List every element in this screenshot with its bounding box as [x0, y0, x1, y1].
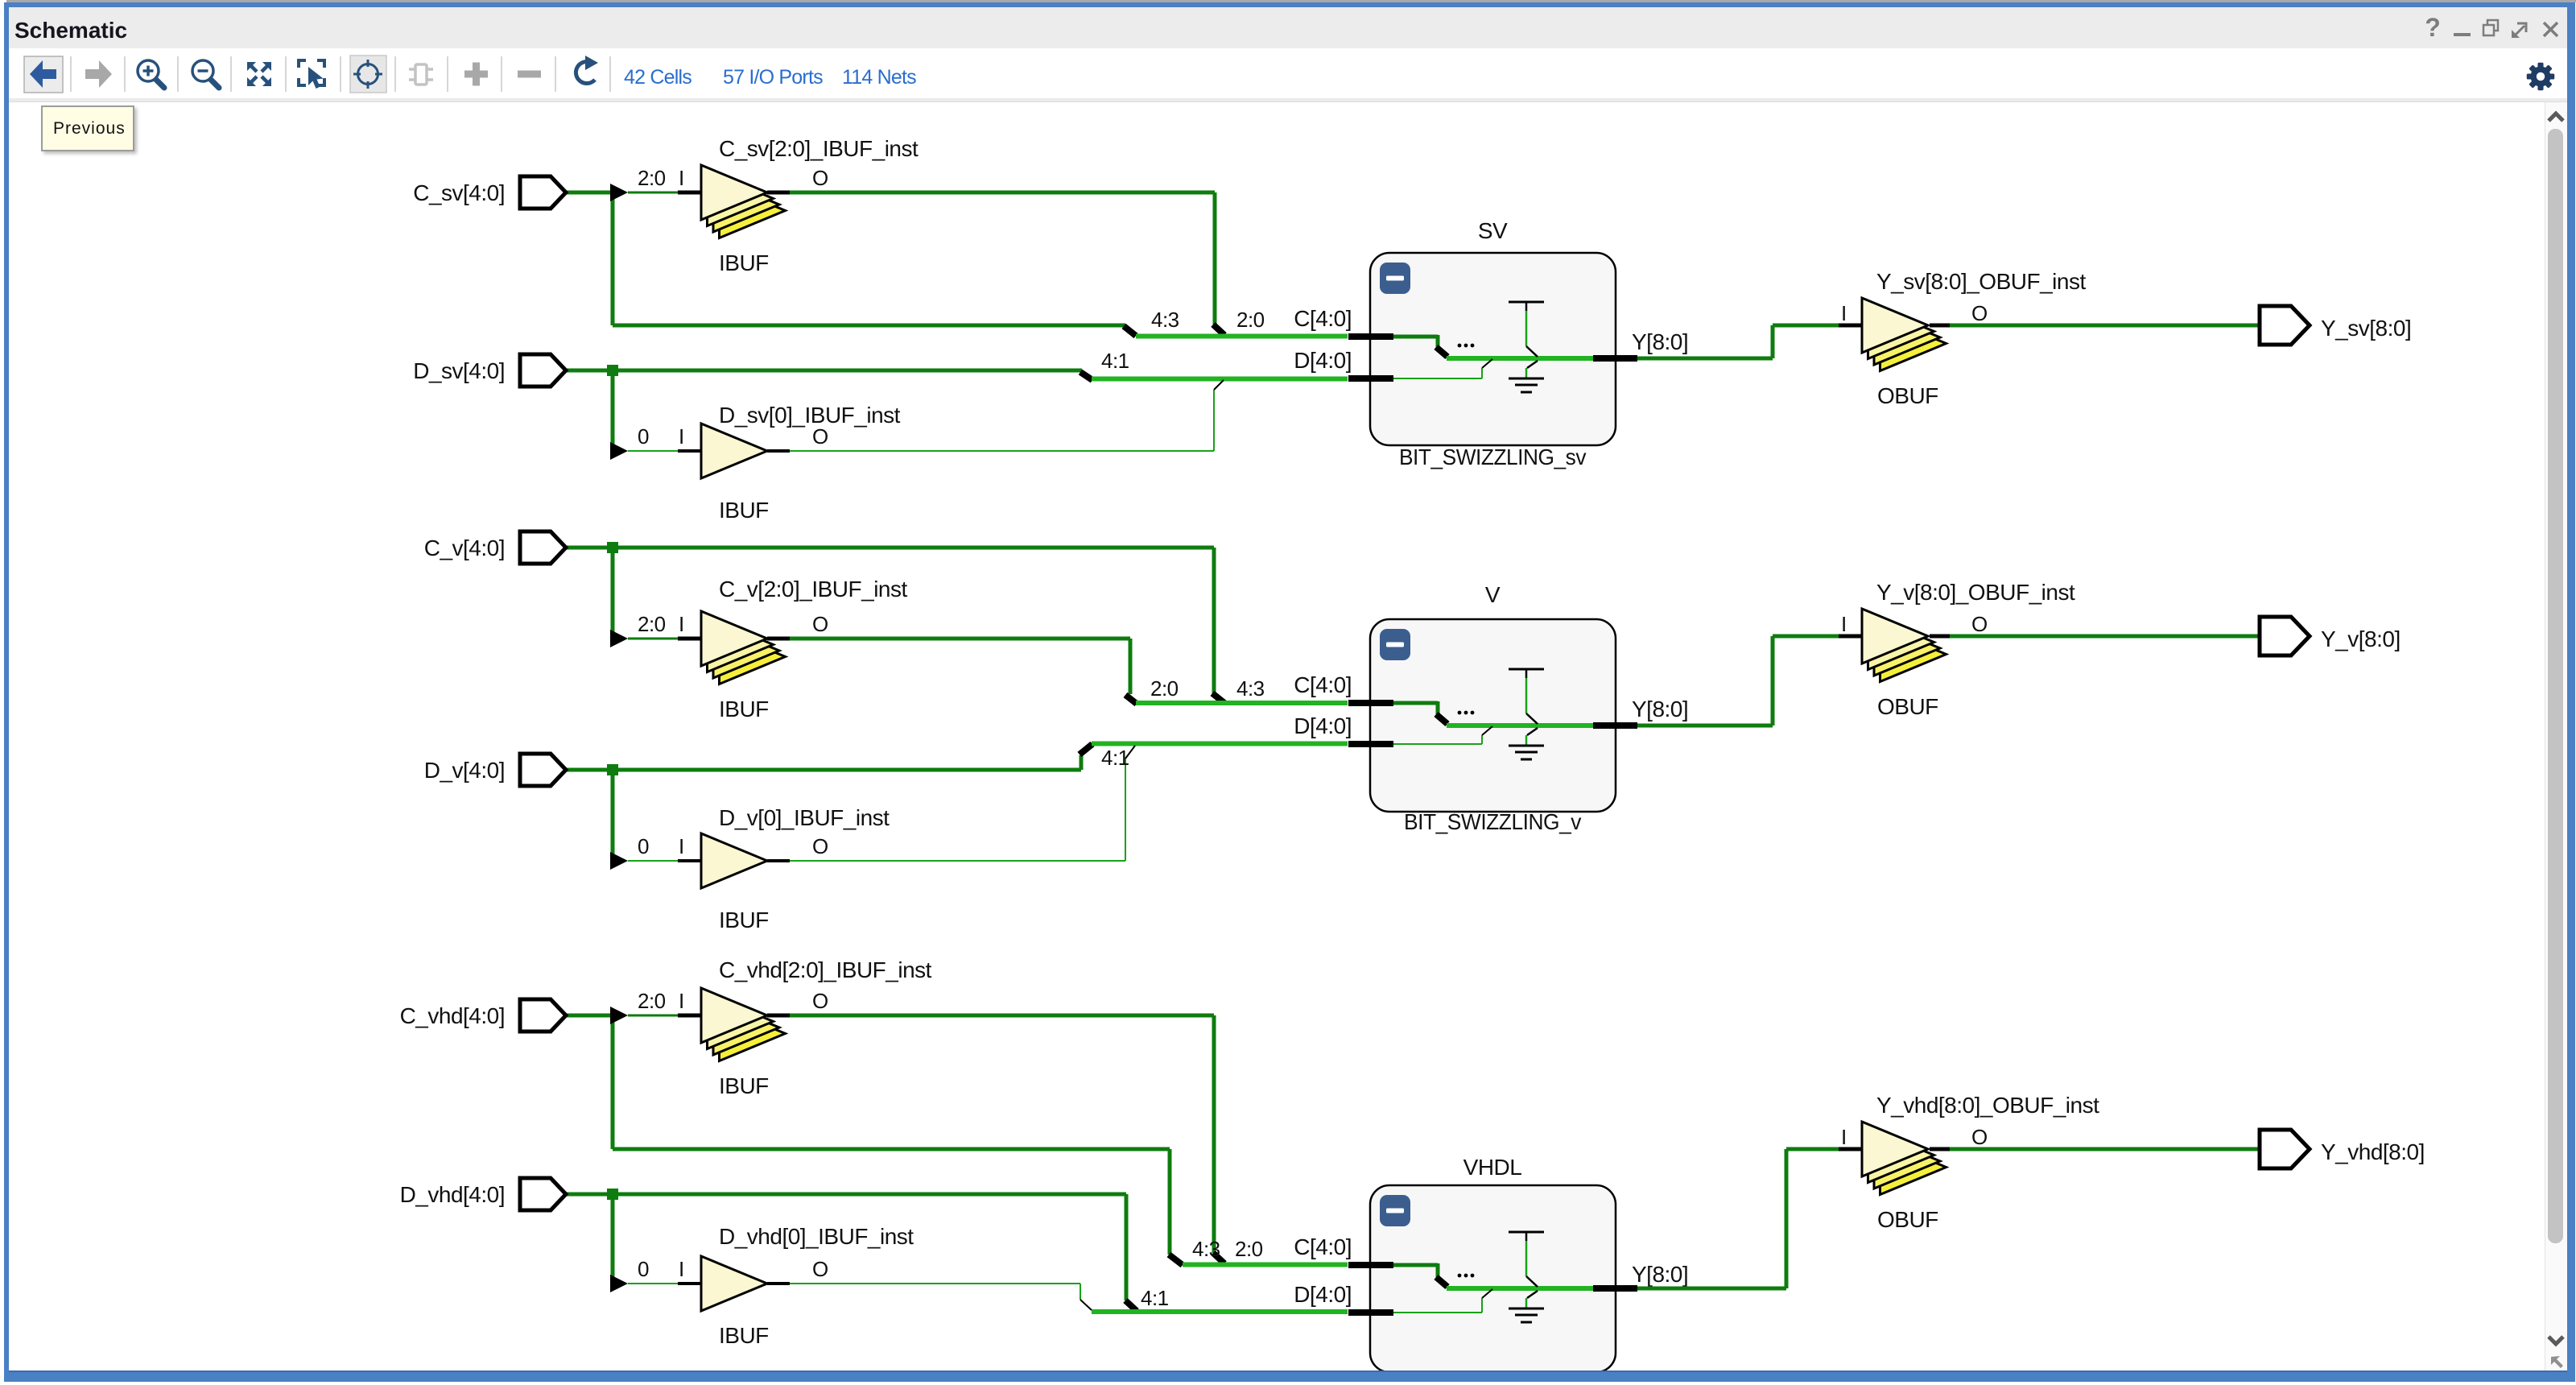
svg-text:2:0: 2:0: [638, 166, 666, 190]
svg-text:V: V: [1485, 582, 1501, 607]
svg-text:O: O: [812, 166, 828, 190]
svg-text:C[4:0]: C[4:0]: [1294, 1234, 1352, 1259]
svg-text:4:1: 4:1: [1101, 746, 1129, 770]
svg-text:2:0: 2:0: [1236, 308, 1265, 332]
svg-text:O: O: [812, 1257, 828, 1281]
svg-text:O: O: [1971, 301, 1988, 325]
svg-text:OBUF: OBUF: [1877, 1207, 1938, 1232]
svg-text:D_vhd[4:0]: D_vhd[4:0]: [400, 1182, 505, 1207]
svg-text:I: I: [679, 989, 684, 1013]
svg-text:2:0: 2:0: [1235, 1237, 1263, 1261]
svg-text:D[4:0]: D[4:0]: [1294, 348, 1352, 373]
svg-text:O: O: [1971, 612, 1988, 636]
svg-text:D_v[4:0]: D_v[4:0]: [424, 758, 505, 783]
svg-text:BIT_SWIZZLING_sv: BIT_SWIZZLING_sv: [1399, 444, 1586, 469]
svg-text:Y_sv[8:0]_OBUF_inst: Y_sv[8:0]_OBUF_inst: [1876, 269, 2086, 294]
svg-text:I: I: [1841, 301, 1847, 325]
svg-text:C_sv[2:0]_IBUF_inst: C_sv[2:0]_IBUF_inst: [719, 136, 919, 161]
svg-text:4:1: 4:1: [1141, 1286, 1169, 1310]
svg-text:4:3: 4:3: [1192, 1237, 1220, 1261]
svg-text:O: O: [812, 834, 828, 858]
svg-text:Y_sv[8:0]: Y_sv[8:0]: [2321, 316, 2411, 341]
svg-text:BIT_SWIZZLING_v: BIT_SWIZZLING_v: [1404, 809, 1581, 834]
svg-text:D[4:0]: D[4:0]: [1294, 1282, 1352, 1307]
svg-text:C_v[2:0]_IBUF_inst: C_v[2:0]_IBUF_inst: [719, 577, 907, 602]
svg-text:C_vhd[4:0]: C_vhd[4:0]: [400, 1003, 505, 1028]
svg-text:Y_v[8:0]_OBUF_inst: Y_v[8:0]_OBUF_inst: [1876, 580, 2075, 605]
svg-text:IBUF: IBUF: [719, 250, 769, 275]
svg-text:OBUF: OBUF: [1877, 694, 1938, 719]
svg-text:4:3: 4:3: [1151, 308, 1179, 332]
svg-text:D_vhd[0]_IBUF_inst: D_vhd[0]_IBUF_inst: [719, 1224, 914, 1249]
svg-text:Y[8:0]: Y[8:0]: [1632, 329, 1688, 354]
svg-text:SV: SV: [1478, 218, 1508, 243]
svg-text:C_v[4:0]: C_v[4:0]: [424, 535, 505, 560]
svg-text:0: 0: [638, 424, 649, 449]
svg-text:IBUF: IBUF: [719, 498, 769, 523]
svg-text:D[4:0]: D[4:0]: [1294, 713, 1352, 738]
svg-text:I: I: [679, 834, 684, 858]
svg-text:C_vhd[2:0]_IBUF_inst: C_vhd[2:0]_IBUF_inst: [719, 957, 932, 982]
svg-text:O: O: [812, 989, 828, 1013]
svg-text:I: I: [679, 612, 684, 636]
svg-text:C[4:0]: C[4:0]: [1294, 672, 1352, 697]
svg-text:D_v[0]_IBUF_inst: D_v[0]_IBUF_inst: [719, 805, 890, 830]
svg-text:Y[8:0]: Y[8:0]: [1632, 1262, 1688, 1287]
svg-text:IBUF: IBUF: [719, 907, 769, 932]
svg-text:IBUF: IBUF: [719, 1073, 769, 1098]
svg-text:C_sv[4:0]: C_sv[4:0]: [413, 180, 505, 205]
svg-text:Y_vhd[8:0]: Y_vhd[8:0]: [2321, 1139, 2425, 1164]
svg-text:Y_vhd[8:0]_OBUF_inst: Y_vhd[8:0]_OBUF_inst: [1876, 1093, 2099, 1118]
svg-text:I: I: [679, 424, 684, 449]
svg-text:0: 0: [638, 1257, 649, 1281]
svg-text:4:3: 4:3: [1236, 676, 1265, 701]
svg-text:0: 0: [638, 834, 649, 858]
svg-text:O: O: [812, 424, 828, 449]
svg-text:O: O: [1971, 1125, 1988, 1149]
svg-text:4:1: 4:1: [1101, 349, 1129, 373]
svg-text:Y_v[8:0]: Y_v[8:0]: [2321, 626, 2401, 651]
svg-text:I: I: [679, 1257, 684, 1281]
svg-text:2:0: 2:0: [638, 612, 666, 636]
svg-text:D_sv[0]_IBUF_inst: D_sv[0]_IBUF_inst: [719, 403, 901, 428]
svg-text:I: I: [1841, 1125, 1847, 1149]
svg-text:I: I: [1841, 612, 1847, 636]
svg-text:C[4:0]: C[4:0]: [1294, 306, 1352, 331]
svg-text:2:0: 2:0: [638, 989, 666, 1013]
svg-text:IBUF: IBUF: [719, 697, 769, 721]
svg-text:I: I: [679, 166, 684, 190]
svg-text:OBUF: OBUF: [1877, 383, 1938, 408]
svg-text:Y[8:0]: Y[8:0]: [1632, 697, 1688, 721]
svg-text:O: O: [812, 612, 828, 636]
svg-text:VHDL: VHDL: [1463, 1155, 1522, 1180]
svg-text:?: ?: [2425, 13, 2441, 42]
svg-text:IBUF: IBUF: [719, 1323, 769, 1348]
svg-text:D_sv[4:0]: D_sv[4:0]: [413, 358, 505, 383]
svg-text:2:0: 2:0: [1150, 676, 1179, 701]
